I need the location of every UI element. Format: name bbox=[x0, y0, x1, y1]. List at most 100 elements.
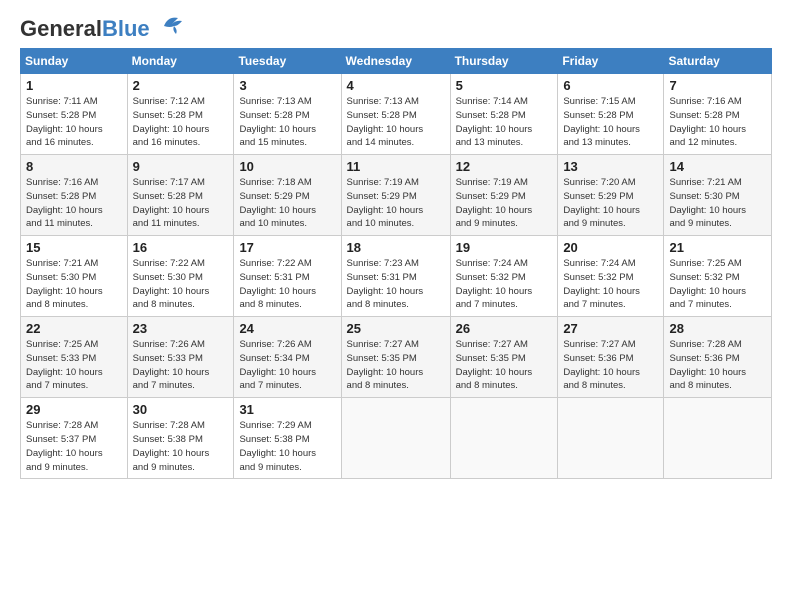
day-info: Sunrise: 7:16 AM Sunset: 5:28 PM Dayligh… bbox=[669, 95, 766, 150]
calendar-cell: 6 Sunrise: 7:15 AM Sunset: 5:28 PM Daylig… bbox=[558, 74, 664, 155]
day-info: Sunrise: 7:17 AM Sunset: 5:28 PM Dayligh… bbox=[133, 176, 229, 231]
calendar-cell: 30 Sunrise: 7:28 AM Sunset: 5:38 PM Dayli… bbox=[127, 398, 234, 479]
calendar-cell: 12 Sunrise: 7:19 AM Sunset: 5:29 PM Dayli… bbox=[450, 155, 558, 236]
day-info: Sunrise: 7:22 AM Sunset: 5:31 PM Dayligh… bbox=[239, 257, 335, 312]
calendar-cell: 18Sunrise: 7:23 AM Sunset: 5:31 PM Dayli… bbox=[341, 236, 450, 317]
day-info: Sunrise: 7:29 AM Sunset: 5:38 PM Dayligh… bbox=[239, 419, 335, 474]
calendar-cell: 1Sunrise: 7:11 AM Sunset: 5:28 PM Daylig… bbox=[21, 74, 128, 155]
day-number: 11 bbox=[347, 159, 445, 174]
calendar-week-row: 8 Sunrise: 7:16 AM Sunset: 5:28 PM Daylig… bbox=[21, 155, 772, 236]
day-number: 26 bbox=[456, 321, 553, 336]
calendar-cell: 26 Sunrise: 7:27 AM Sunset: 5:35 PM Dayli… bbox=[450, 317, 558, 398]
calendar-cell: 27 Sunrise: 7:27 AM Sunset: 5:36 PM Dayli… bbox=[558, 317, 664, 398]
weekday-header-friday: Friday bbox=[558, 49, 664, 74]
logo: GeneralBlue bbox=[20, 18, 186, 40]
day-number: 12 bbox=[456, 159, 553, 174]
header: GeneralBlue bbox=[20, 18, 772, 40]
day-info: Sunrise: 7:22 AM Sunset: 5:30 PM Dayligh… bbox=[133, 257, 229, 312]
calendar-cell: 31 Sunrise: 7:29 AM Sunset: 5:38 PM Dayli… bbox=[234, 398, 341, 479]
day-info: Sunrise: 7:28 AM Sunset: 5:38 PM Dayligh… bbox=[133, 419, 229, 474]
day-number: 25 bbox=[347, 321, 445, 336]
calendar-cell: 13Sunrise: 7:20 AM Sunset: 5:29 PM Dayli… bbox=[558, 155, 664, 236]
day-info: Sunrise: 7:23 AM Sunset: 5:31 PM Dayligh… bbox=[347, 257, 445, 312]
day-info: Sunrise: 7:28 AM Sunset: 5:37 PM Dayligh… bbox=[26, 419, 122, 474]
calendar-cell: 15 Sunrise: 7:21 AM Sunset: 5:30 PM Dayli… bbox=[21, 236, 128, 317]
weekday-header-wednesday: Wednesday bbox=[341, 49, 450, 74]
calendar-cell: 8 Sunrise: 7:16 AM Sunset: 5:28 PM Daylig… bbox=[21, 155, 128, 236]
calendar-cell: 7Sunrise: 7:16 AM Sunset: 5:28 PM Daylig… bbox=[664, 74, 772, 155]
weekday-header-saturday: Saturday bbox=[664, 49, 772, 74]
day-number: 24 bbox=[239, 321, 335, 336]
weekday-header-tuesday: Tuesday bbox=[234, 49, 341, 74]
day-number: 31 bbox=[239, 402, 335, 417]
day-number: 15 bbox=[26, 240, 122, 255]
day-number: 27 bbox=[563, 321, 658, 336]
day-info: Sunrise: 7:12 AM Sunset: 5:28 PM Dayligh… bbox=[133, 95, 229, 150]
day-info: Sunrise: 7:19 AM Sunset: 5:29 PM Dayligh… bbox=[456, 176, 553, 231]
day-info: Sunrise: 7:25 AM Sunset: 5:32 PM Dayligh… bbox=[669, 257, 766, 312]
day-info: Sunrise: 7:27 AM Sunset: 5:35 PM Dayligh… bbox=[456, 338, 553, 393]
calendar-week-row: 1Sunrise: 7:11 AM Sunset: 5:28 PM Daylig… bbox=[21, 74, 772, 155]
calendar-cell: 22 Sunrise: 7:25 AM Sunset: 5:33 PM Dayli… bbox=[21, 317, 128, 398]
calendar-week-row: 29 Sunrise: 7:28 AM Sunset: 5:37 PM Dayli… bbox=[21, 398, 772, 479]
calendar-cell bbox=[450, 398, 558, 479]
day-info: Sunrise: 7:14 AM Sunset: 5:28 PM Dayligh… bbox=[456, 95, 553, 150]
calendar-cell: 29 Sunrise: 7:28 AM Sunset: 5:37 PM Dayli… bbox=[21, 398, 128, 479]
calendar-cell: 4Sunrise: 7:13 AM Sunset: 5:28 PM Daylig… bbox=[341, 74, 450, 155]
day-number: 3 bbox=[239, 78, 335, 93]
bird-icon bbox=[156, 12, 186, 36]
logo-blue: Blue bbox=[102, 16, 150, 41]
weekday-header-sunday: Sunday bbox=[21, 49, 128, 74]
calendar-cell: 21Sunrise: 7:25 AM Sunset: 5:32 PM Dayli… bbox=[664, 236, 772, 317]
calendar-cell: 24 Sunrise: 7:26 AM Sunset: 5:34 PM Dayli… bbox=[234, 317, 341, 398]
day-number: 9 bbox=[133, 159, 229, 174]
day-number: 30 bbox=[133, 402, 229, 417]
day-info: Sunrise: 7:21 AM Sunset: 5:30 PM Dayligh… bbox=[669, 176, 766, 231]
day-number: 14 bbox=[669, 159, 766, 174]
day-number: 5 bbox=[456, 78, 553, 93]
day-info: Sunrise: 7:11 AM Sunset: 5:28 PM Dayligh… bbox=[26, 95, 122, 150]
logo-text: GeneralBlue bbox=[20, 18, 150, 40]
day-info: Sunrise: 7:18 AM Sunset: 5:29 PM Dayligh… bbox=[239, 176, 335, 231]
calendar-cell: 3 Sunrise: 7:13 AM Sunset: 5:28 PM Daylig… bbox=[234, 74, 341, 155]
day-number: 19 bbox=[456, 240, 553, 255]
day-number: 8 bbox=[26, 159, 122, 174]
weekday-header-thursday: Thursday bbox=[450, 49, 558, 74]
calendar-cell: 16 Sunrise: 7:22 AM Sunset: 5:30 PM Dayli… bbox=[127, 236, 234, 317]
calendar-cell: 23Sunrise: 7:26 AM Sunset: 5:33 PM Dayli… bbox=[127, 317, 234, 398]
calendar-cell: 9 Sunrise: 7:17 AM Sunset: 5:28 PM Daylig… bbox=[127, 155, 234, 236]
day-info: Sunrise: 7:13 AM Sunset: 5:28 PM Dayligh… bbox=[239, 95, 335, 150]
calendar-cell: 19Sunrise: 7:24 AM Sunset: 5:32 PM Dayli… bbox=[450, 236, 558, 317]
calendar-cell bbox=[558, 398, 664, 479]
day-info: Sunrise: 7:19 AM Sunset: 5:29 PM Dayligh… bbox=[347, 176, 445, 231]
calendar-cell bbox=[664, 398, 772, 479]
day-number: 16 bbox=[133, 240, 229, 255]
day-number: 2 bbox=[133, 78, 229, 93]
calendar-cell: 20 Sunrise: 7:24 AM Sunset: 5:32 PM Dayli… bbox=[558, 236, 664, 317]
day-number: 17 bbox=[239, 240, 335, 255]
day-info: Sunrise: 7:27 AM Sunset: 5:35 PM Dayligh… bbox=[347, 338, 445, 393]
day-info: Sunrise: 7:15 AM Sunset: 5:28 PM Dayligh… bbox=[563, 95, 658, 150]
day-info: Sunrise: 7:26 AM Sunset: 5:34 PM Dayligh… bbox=[239, 338, 335, 393]
day-info: Sunrise: 7:28 AM Sunset: 5:36 PM Dayligh… bbox=[669, 338, 766, 393]
day-number: 13 bbox=[563, 159, 658, 174]
calendar-cell: 10Sunrise: 7:18 AM Sunset: 5:29 PM Dayli… bbox=[234, 155, 341, 236]
calendar-cell bbox=[341, 398, 450, 479]
calendar-cell: 11 Sunrise: 7:19 AM Sunset: 5:29 PM Dayli… bbox=[341, 155, 450, 236]
calendar-table: SundayMondayTuesdayWednesdayThursdayFrid… bbox=[20, 48, 772, 479]
logo-general: General bbox=[20, 16, 102, 41]
calendar-cell: 14 Sunrise: 7:21 AM Sunset: 5:30 PM Dayli… bbox=[664, 155, 772, 236]
page: GeneralBlue SundayMondayTuesdayWednesday… bbox=[0, 0, 792, 612]
day-number: 28 bbox=[669, 321, 766, 336]
day-info: Sunrise: 7:16 AM Sunset: 5:28 PM Dayligh… bbox=[26, 176, 122, 231]
calendar-cell: 25 Sunrise: 7:27 AM Sunset: 5:35 PM Dayli… bbox=[341, 317, 450, 398]
day-info: Sunrise: 7:24 AM Sunset: 5:32 PM Dayligh… bbox=[563, 257, 658, 312]
day-info: Sunrise: 7:25 AM Sunset: 5:33 PM Dayligh… bbox=[26, 338, 122, 393]
day-info: Sunrise: 7:21 AM Sunset: 5:30 PM Dayligh… bbox=[26, 257, 122, 312]
day-number: 20 bbox=[563, 240, 658, 255]
day-number: 29 bbox=[26, 402, 122, 417]
day-number: 6 bbox=[563, 78, 658, 93]
day-info: Sunrise: 7:27 AM Sunset: 5:36 PM Dayligh… bbox=[563, 338, 658, 393]
day-number: 22 bbox=[26, 321, 122, 336]
day-info: Sunrise: 7:13 AM Sunset: 5:28 PM Dayligh… bbox=[347, 95, 445, 150]
